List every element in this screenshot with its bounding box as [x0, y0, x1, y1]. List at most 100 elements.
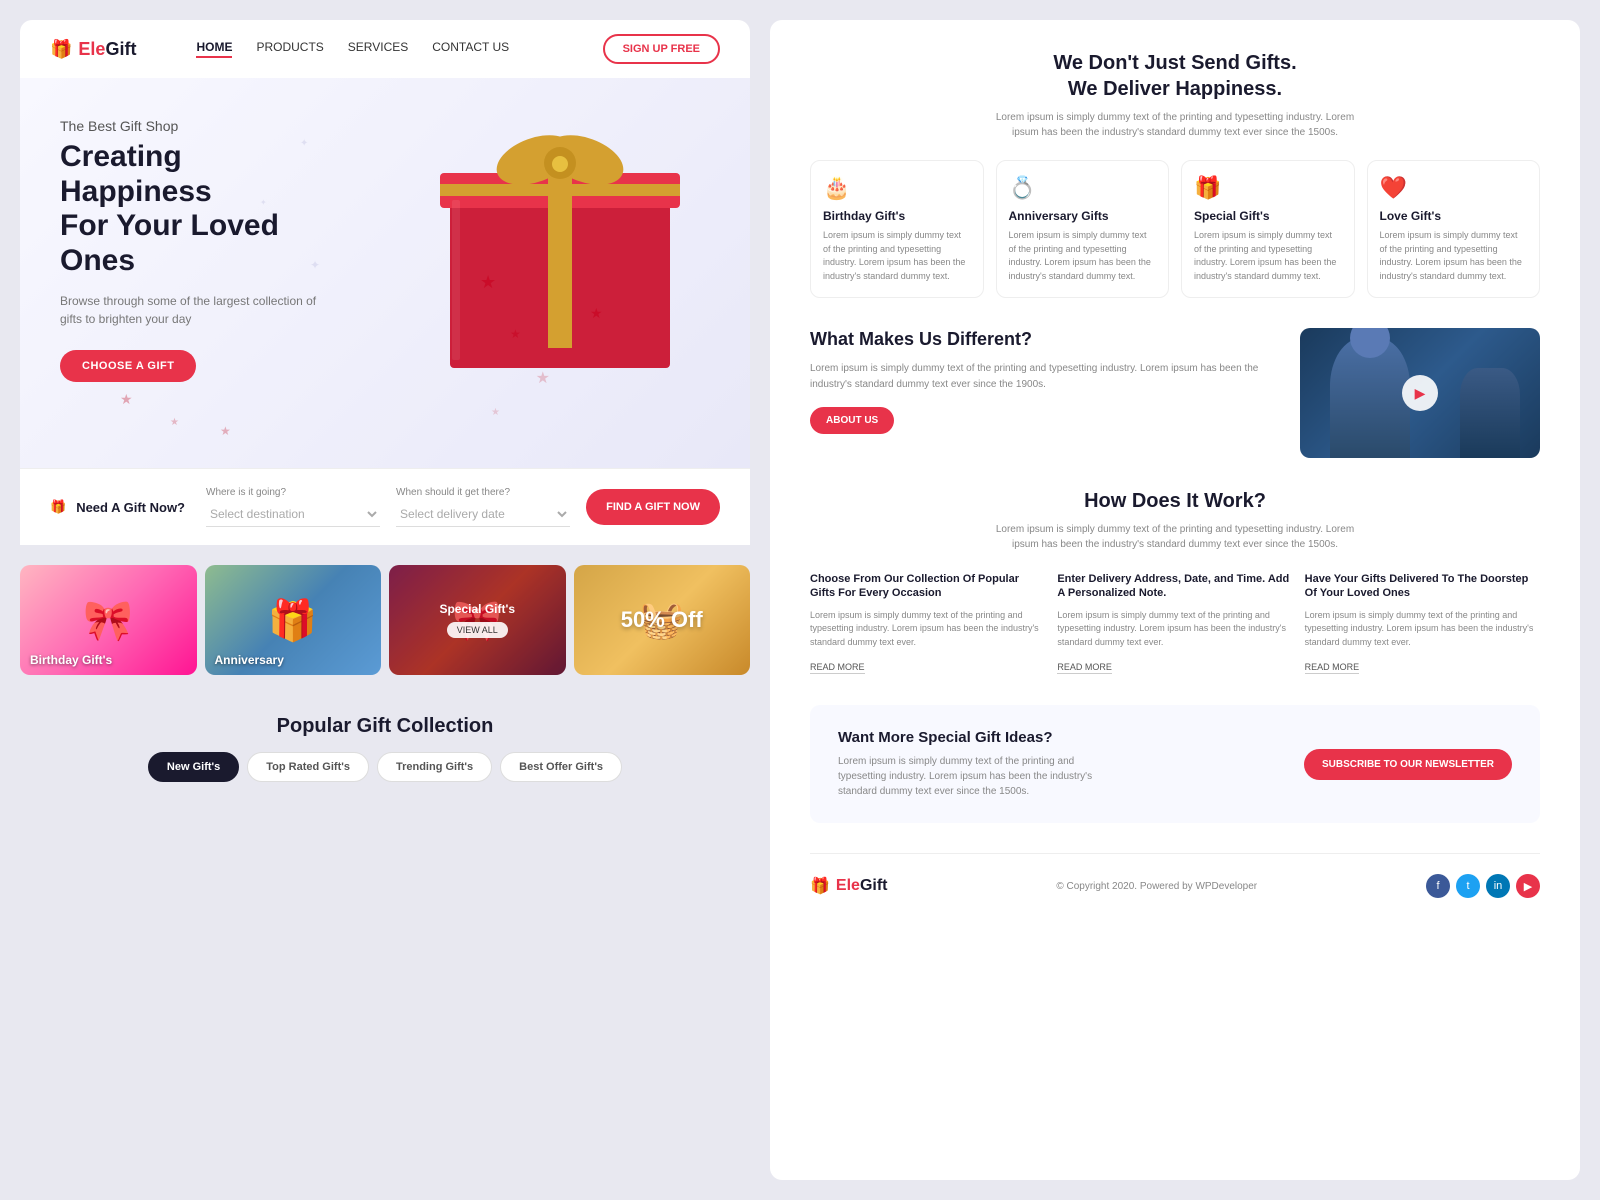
different-text: What Makes Us Different? Lorem ipsum is …	[810, 328, 1280, 434]
category-grid: 🎀 Birthday Gift's 🎁 Anniversary 🎀 Specia…	[20, 545, 750, 695]
tab-top-rated[interactable]: Top Rated Gift's	[247, 752, 369, 782]
linkedin-icon[interactable]: in	[1486, 874, 1510, 898]
special-card-title: Special Gift's	[1194, 209, 1342, 223]
discount-label: 50% Off	[621, 607, 703, 633]
delivery-select[interactable]: Select delivery date	[396, 502, 570, 527]
right-hero-section: We Don't Just Send Gifts. We Deliver Hap…	[810, 50, 1540, 140]
svg-text:★: ★	[590, 305, 603, 321]
how-card-2-title: Enter Delivery Address, Date, and Time. …	[1057, 572, 1292, 601]
how-card-3: Have Your Gifts Delivered To The Doorste…	[1305, 572, 1540, 675]
how-section: How Does It Work? Lorem ipsum is simply …	[810, 488, 1540, 675]
person-figure2	[1460, 368, 1520, 458]
search-bar: 🎁 Need A Gift Now? Where is it going? Se…	[20, 468, 750, 545]
love-card-icon: ❤️	[1380, 175, 1528, 201]
special-label: Special Gift's	[439, 602, 515, 616]
nav-contact[interactable]: CONTACT US	[432, 40, 509, 58]
view-all-button[interactable]: VIEW ALL	[447, 622, 508, 638]
gift-box-image: ★ ★ ★	[430, 88, 690, 378]
about-us-button[interactable]: ABOUT US	[810, 407, 894, 434]
nav-home[interactable]: HOME	[196, 40, 232, 58]
destination-select[interactable]: Select destination	[206, 502, 380, 527]
how-card-3-title: Have Your Gifts Delivered To The Doorste…	[1305, 572, 1540, 601]
category-special[interactable]: 🎀 Special Gift's VIEW ALL	[389, 565, 566, 675]
feature-card-love: ❤️ Love Gift's Lorem ipsum is simply dum…	[1367, 160, 1541, 298]
right-hero-desc: Lorem ipsum is simply dummy text of the …	[995, 110, 1355, 140]
tab-best-offer[interactable]: Best Offer Gift's	[500, 752, 622, 782]
deco-star6: ★	[220, 424, 231, 438]
deco-star4: ★	[120, 391, 133, 408]
anniversary-card-desc: Lorem ipsum is simply dummy text of the …	[1009, 229, 1157, 283]
tab-new-gifts[interactable]: New Gift's	[148, 752, 239, 782]
newsletter-desc: Lorem ipsum is simply dummy text of the …	[838, 754, 1118, 799]
svg-text:★: ★	[510, 327, 521, 341]
feature-card-special: 🎁 Special Gift's Lorem ipsum is simply d…	[1181, 160, 1355, 298]
how-card-2-link[interactable]: READ MORE	[1057, 662, 1112, 674]
social-icons: f t in ▶	[1426, 874, 1540, 898]
sale-overlay: 50% Off	[621, 607, 703, 633]
youtube-icon[interactable]: ▶	[1516, 874, 1540, 898]
svg-text:★: ★	[480, 272, 496, 292]
signup-button[interactable]: SIGN UP FREE	[603, 34, 720, 64]
anniversary-card-icon: 💍	[1009, 175, 1157, 201]
feature-cards: 🎂 Birthday Gift's Lorem ipsum is simply …	[810, 160, 1540, 298]
brand-name: EleGift	[78, 39, 136, 60]
subscribe-button[interactable]: SUBSCRIBE TO OUR NEWSLETTER	[1304, 749, 1512, 780]
how-card-2-desc: Lorem ipsum is simply dummy text of the …	[1057, 609, 1292, 650]
choose-gift-button[interactable]: CHOOSE A GIFT	[60, 350, 196, 382]
category-sale[interactable]: 🧺 50% Off	[574, 565, 751, 675]
nav-services[interactable]: SERVICES	[348, 40, 408, 58]
cat-label-birthday: Birthday Gift's	[30, 653, 112, 667]
category-anniversary[interactable]: 🎁 Anniversary	[205, 565, 382, 675]
footer-logo: 🎁 EleGift	[810, 876, 887, 896]
how-card-2: Enter Delivery Address, Date, and Time. …	[1057, 572, 1292, 675]
birthday-decoration: 🎀	[83, 597, 133, 644]
love-card-title: Love Gift's	[1380, 209, 1528, 223]
how-cards: Choose From Our Collection Of Popular Gi…	[810, 572, 1540, 675]
anniversary-decoration: 🎁	[268, 597, 318, 644]
hero-text: The Best Gift Shop Creating Happiness Fo…	[60, 118, 340, 382]
how-desc: Lorem ipsum is simply dummy text of the …	[995, 522, 1355, 552]
facebook-icon[interactable]: f	[1426, 874, 1450, 898]
right-panel: We Don't Just Send Gifts. We Deliver Hap…	[770, 20, 1580, 1180]
video-thumbnail: ▶	[1300, 328, 1540, 458]
hero-subtitle: The Best Gift Shop	[60, 118, 340, 134]
popular-section: Popular Gift Collection New Gift's Top R…	[20, 695, 750, 792]
different-section: What Makes Us Different? Lorem ipsum is …	[810, 328, 1540, 458]
nav-products[interactable]: PRODUCTS	[256, 40, 323, 58]
left-panel: 🎁 EleGift HOME PRODUCTS SERVICES CONTACT…	[20, 20, 750, 1180]
nav-links: HOME PRODUCTS SERVICES CONTACT US	[196, 40, 582, 58]
navbar: 🎁 EleGift HOME PRODUCTS SERVICES CONTACT…	[20, 20, 750, 78]
filter-tabs: New Gift's Top Rated Gift's Trending Gif…	[20, 752, 750, 782]
play-button[interactable]: ▶	[1402, 375, 1438, 411]
twitter-icon[interactable]: t	[1456, 874, 1480, 898]
special-card-icon: 🎁	[1194, 175, 1342, 201]
category-birthday[interactable]: 🎀 Birthday Gift's	[20, 565, 197, 675]
different-title: What Makes Us Different?	[810, 328, 1280, 351]
how-card-1-desc: Lorem ipsum is simply dummy text of the …	[810, 609, 1045, 650]
different-desc: Lorem ipsum is simply dummy text of the …	[810, 361, 1280, 393]
special-card-desc: Lorem ipsum is simply dummy text of the …	[1194, 229, 1342, 283]
hero-title: Creating Happiness For Your Loved Ones	[60, 140, 340, 278]
birthday-card-icon: 🎂	[823, 175, 971, 201]
deco-star5: ★	[170, 417, 179, 428]
right-hero-title: We Don't Just Send Gifts. We Deliver Hap…	[810, 50, 1540, 102]
special-overlay: Special Gift's VIEW ALL	[389, 565, 566, 675]
search-need: 🎁 Need A Gift Now?	[50, 499, 190, 515]
newsletter-title: Want More Special Gift Ideas?	[838, 729, 1118, 746]
hero-description: Browse through some of the largest colle…	[60, 292, 340, 328]
how-card-3-link[interactable]: READ MORE	[1305, 662, 1360, 674]
brand-logo: 🎁 EleGift	[50, 39, 136, 60]
hero-section: ✦ ✦ ✦ The Best Gift Shop Creating Happin…	[20, 78, 750, 468]
how-card-1: Choose From Our Collection Of Popular Gi…	[810, 572, 1045, 675]
deco-star8: ★	[491, 407, 500, 418]
how-card-1-link[interactable]: READ MORE	[810, 662, 865, 674]
feature-card-birthday: 🎂 Birthday Gift's Lorem ipsum is simply …	[810, 160, 984, 298]
delivery-field: When should it get there? Select deliver…	[396, 487, 570, 527]
feature-card-anniversary: 💍 Anniversary Gifts Lorem ipsum is simpl…	[996, 160, 1170, 298]
love-card-desc: Lorem ipsum is simply dummy text of the …	[1380, 229, 1528, 283]
how-title: How Does It Work?	[810, 488, 1540, 514]
footer-copyright: © Copyright 2020. Powered by WPDeveloper	[1056, 881, 1257, 892]
find-gift-button[interactable]: FIND A GIFT NOW	[586, 489, 720, 525]
tab-trending[interactable]: Trending Gift's	[377, 752, 492, 782]
anniversary-card-title: Anniversary Gifts	[1009, 209, 1157, 223]
